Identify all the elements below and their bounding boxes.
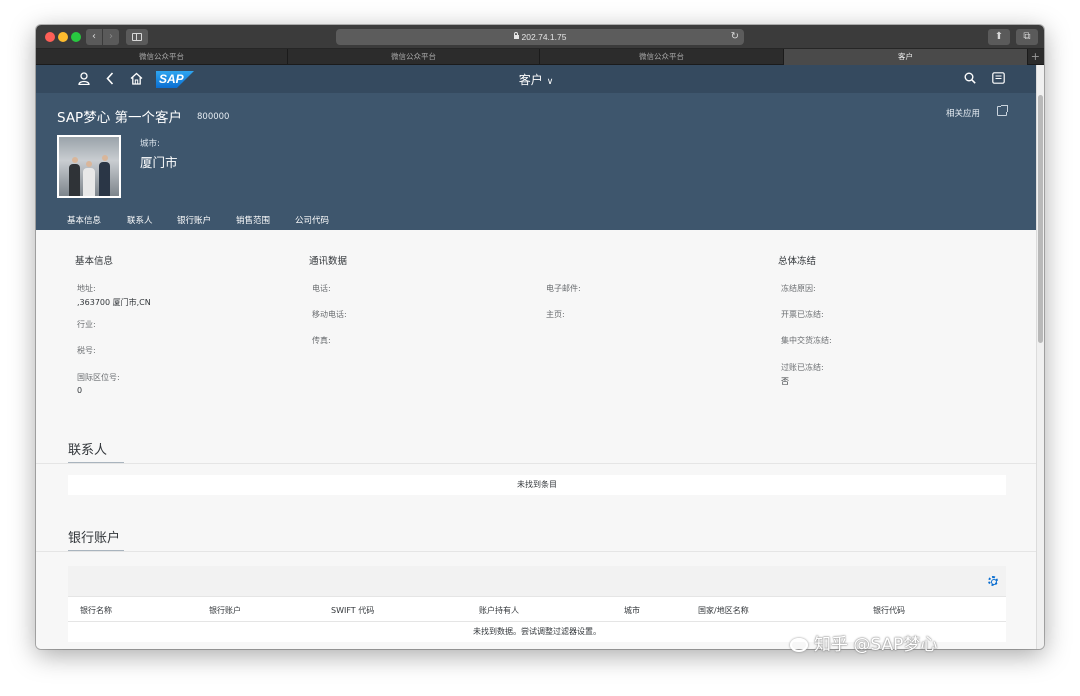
tab-contacts[interactable]: 联系人 (127, 214, 153, 226)
location-number-label: 国际区位号: (77, 373, 120, 382)
customer-title: SAP梦心 第一个客户 (57, 110, 182, 126)
address-value: ,363700 厦门市,CN (77, 298, 151, 307)
browser-window: ‹ › 202.74.1.75 ↻ ⬆ ⧉ 微信公众平台 微信公众平台 微信公众… (36, 25, 1044, 649)
block-reason-label: 冻结原因: (781, 284, 816, 293)
browser-tab[interactable]: 微信公众平台 (36, 49, 288, 65)
new-tab-icon[interactable]: + (1031, 49, 1040, 64)
browser-tab[interactable]: 微信公众平台 (288, 49, 540, 65)
minimize-window-button[interactable] (58, 32, 68, 42)
maximize-window-button[interactable] (71, 32, 81, 42)
column-header-bank-account[interactable]: 银行账户 (209, 605, 241, 616)
contacts-empty-message: 未找到条目 (68, 475, 1006, 495)
address-bar[interactable]: 202.74.1.75 ↻ (336, 29, 744, 45)
column-header-swift-code[interactable]: SWIFT 代码 (331, 605, 374, 616)
city-label: 城市: (140, 139, 160, 149)
tax-number-label: 税号: (77, 346, 96, 355)
app-title-menu[interactable]: 客户 ∨ (36, 71, 1036, 88)
column-header-country[interactable]: 国家/地区名称 (698, 605, 749, 616)
sap-shell-bar: SAP 客户 ∨ (36, 65, 1036, 93)
email-label: 电子邮件: (546, 284, 581, 293)
billing-block-label: 开票已冻结: (781, 310, 824, 319)
fax-label: 传真: (312, 336, 331, 345)
tab-company-code[interactable]: 公司代码 (295, 214, 329, 226)
tab-sales-area[interactable]: 销售范围 (236, 214, 270, 226)
object-page-content: 基本信息 地址: ,363700 厦门市,CN 行业: 税号: 国际区位号: 0… (36, 230, 1036, 649)
section-title-contacts: 联系人 (68, 439, 125, 464)
group-title-communication: 通讯数据 (309, 256, 348, 267)
bank-table-header: 银行名称 银行账户 SWIFT 代码 账户持有人 城市 国家/地区名称 银行代码 (68, 596, 1006, 622)
column-header-bank-name[interactable]: 银行名称 (80, 605, 112, 616)
customer-number: 800000 (197, 112, 230, 122)
posting-block-value: 否 (781, 377, 789, 386)
column-header-city[interactable]: 城市 (624, 605, 640, 616)
customer-avatar (57, 135, 121, 198)
column-header-account-holder[interactable]: 账户持有人 (479, 605, 519, 616)
app-title: 客户 (518, 73, 543, 87)
section-divider (36, 463, 1036, 464)
chevron-down-icon: ∨ (546, 77, 554, 87)
bank-table-toolbar (68, 566, 1006, 596)
browser-forward-icon[interactable]: › (103, 29, 119, 45)
tab-overview-icon[interactable]: ⧉ (1016, 29, 1038, 45)
search-icon[interactable] (964, 72, 976, 84)
delivery-block-label: 集中交货冻结: (781, 336, 832, 345)
address-url: 202.74.1.75 (521, 32, 567, 42)
mobile-label: 移动电话: (312, 310, 347, 319)
phone-label: 电话: (312, 284, 331, 293)
location-number-value: 0 (77, 386, 83, 395)
section-divider (36, 551, 1036, 552)
external-link-icon[interactable] (997, 105, 1008, 116)
browser-back-icon[interactable]: ‹ (86, 29, 102, 45)
watermark-text: 知乎 @SAP梦心 (814, 635, 938, 655)
column-header-bank-code[interactable]: 银行代码 (873, 605, 905, 616)
scrollbar-thumb[interactable] (1038, 95, 1043, 343)
homepage-label: 主页: (546, 310, 565, 319)
wechat-icon (790, 638, 808, 652)
group-title-blocking: 总体冻结 (778, 256, 817, 267)
page-scrollbar[interactable] (1036, 65, 1044, 649)
watermark: 知乎 @SAP梦心 (790, 630, 937, 655)
lock-icon (513, 32, 519, 39)
browser-tab[interactable]: 微信公众平台 (540, 49, 784, 65)
group-title-basic-info: 基本信息 (75, 256, 114, 267)
related-apps-button[interactable]: 相关应用 (946, 107, 980, 119)
section-title-bank-accounts: 银行账户 (68, 527, 125, 552)
city-value: 厦门市 (140, 155, 178, 170)
object-page-header: SAP梦心 第一个客户 800000 相关应用 城市: 厦门市 基本信息 联系人… (36, 93, 1036, 232)
tab-bank-accounts[interactable]: 银行账户 (177, 214, 211, 226)
industry-label: 行业: (77, 320, 96, 329)
browser-tab-strip: 微信公众平台 微信公众平台 微信公众平台 客户 + (36, 49, 1044, 65)
share-icon[interactable]: ⬆ (988, 29, 1010, 45)
posting-block-label: 过账已冻结: (781, 363, 824, 372)
close-window-button[interactable] (45, 32, 55, 42)
address-label: 地址: (77, 284, 96, 293)
gear-icon[interactable] (988, 576, 998, 586)
notifications-icon[interactable] (992, 72, 1005, 84)
tab-basic-info[interactable]: 基本信息 (67, 214, 102, 232)
browser-title-bar: ‹ › 202.74.1.75 ↻ ⬆ ⧉ (36, 25, 1044, 49)
reload-icon[interactable]: ↻ (731, 29, 739, 45)
browser-tab-active[interactable]: 客户 (784, 49, 1028, 65)
sidebar-toggle-icon[interactable] (126, 29, 148, 45)
